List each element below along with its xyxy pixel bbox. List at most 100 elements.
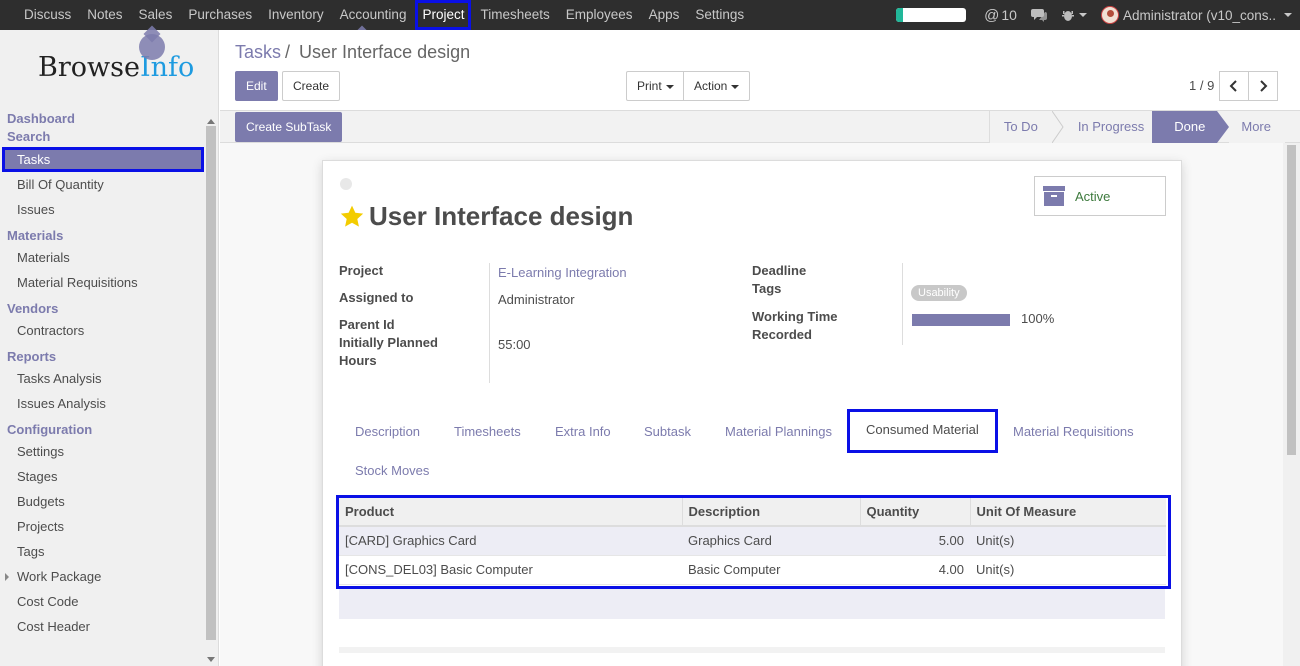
company-logo[interactable]: BrowseInfo	[38, 52, 194, 83]
tab-consumed-material[interactable]: Consumed Material	[847, 409, 998, 453]
sidebar-section-dashboard[interactable]: Dashboard	[0, 110, 204, 128]
sidebar-item-tags[interactable]: Tags	[0, 539, 204, 564]
sidebar-section-reports: Reports	[7, 349, 57, 364]
scrollbar-thumb[interactable]	[1287, 145, 1296, 455]
menu-notes[interactable]: Notes	[79, 0, 130, 30]
stage-in-progress[interactable]: In Progress	[1063, 111, 1153, 143]
sidebar-item-materials[interactable]: Materials	[0, 245, 204, 270]
menu-timesheets[interactable]: Timesheets	[472, 0, 557, 30]
sidebar-section-search[interactable]: Search	[0, 128, 204, 146]
sidebar-scrollbar[interactable]	[204, 119, 218, 666]
chevron-down-icon	[665, 84, 674, 89]
pager-value[interactable]: 1 / 9	[1189, 78, 1214, 93]
scrollbar-thumb[interactable]	[206, 126, 216, 640]
breadcrumb-tasks-link[interactable]: Tasks	[235, 42, 281, 62]
tab-timesheets[interactable]: Timesheets	[454, 411, 521, 453]
sidebar-item-tasks[interactable]: Tasks	[2, 147, 204, 172]
sidebar-item-budgets[interactable]: Budgets	[0, 489, 204, 514]
task-title[interactable]: User Interface design	[369, 201, 633, 232]
tab-material-plannings[interactable]: Material Plannings	[725, 411, 832, 453]
user-menu[interactable]: Administrator (v10_cons..	[1100, 6, 1292, 24]
column-header-description[interactable]: Description	[682, 498, 861, 527]
breadcrumb-current: User Interface design	[299, 42, 471, 62]
edit-button[interactable]: Edit	[235, 71, 278, 101]
form-sheet: User Interface design Active Project E-L…	[322, 160, 1182, 666]
caret-right-icon	[5, 573, 9, 581]
sidebar-item-cost-header[interactable]: Cost Header	[0, 614, 204, 639]
menu-employees[interactable]: Employees	[558, 0, 641, 30]
column-header-product[interactable]: Product	[339, 498, 683, 527]
sidebar-item-material-requisitions[interactable]: Material Requisitions	[0, 270, 204, 295]
cell-quantity: 5.00	[860, 526, 970, 556]
create-subtask-button[interactable]: Create SubTask	[235, 112, 343, 142]
menu-sales[interactable]: Sales	[131, 0, 181, 30]
sidebar-item-bill-of-quantity[interactable]: Bill Of Quantity	[0, 172, 204, 197]
content-scrollbar[interactable]	[1283, 143, 1300, 666]
active-label: Active	[1075, 188, 1111, 204]
cell-description: Basic Computer	[682, 555, 860, 585]
project-field[interactable]: E-Learning Integration	[498, 264, 627, 282]
table-header-row: Product Description Quantity Unit Of Mea…	[339, 498, 1166, 527]
sidebar-item-stages[interactable]: Stages	[0, 464, 204, 489]
sidebar-item-projects[interactable]: Projects	[0, 514, 204, 539]
create-button[interactable]: Create	[282, 71, 341, 101]
menu-purchases[interactable]: Purchases	[180, 0, 260, 30]
tab-subtask[interactable]: Subtask	[644, 411, 691, 453]
progress-bar[interactable]	[896, 8, 967, 22]
menu-project[interactable]: Project	[415, 0, 472, 30]
sidebar-item-settings[interactable]: Settings	[0, 439, 204, 464]
at-icon: @	[984, 6, 1000, 24]
column-header-quantity[interactable]: Quantity	[860, 498, 971, 527]
tab-extra-info[interactable]: Extra Info	[555, 411, 611, 453]
table-row[interactable]: [CONS_DEL03] Basic Computer Basic Comput…	[339, 555, 1166, 585]
kanban-state-icon[interactable]	[340, 178, 352, 190]
tag-badge[interactable]: Usability	[911, 285, 967, 301]
active-toggle-button[interactable]: Active	[1034, 176, 1166, 216]
menu-inventory[interactable]: Inventory	[260, 0, 332, 30]
pager-previous-button[interactable]	[1219, 71, 1249, 101]
sidebar-section-materials: Materials	[7, 228, 64, 243]
tab-description[interactable]: Description	[355, 411, 420, 453]
tab-material-requisitions[interactable]: Material Requisitions	[1013, 411, 1134, 453]
sidebar-item-issues-analysis[interactable]: Issues Analysis	[0, 391, 204, 416]
sidebar-item-work-package[interactable]: Work Package	[0, 564, 204, 589]
chat-icon[interactable]	[1030, 8, 1047, 22]
scroll-up-icon[interactable]	[207, 119, 215, 124]
parent-id-label: Parent Id	[339, 317, 395, 332]
tab-stock-moves[interactable]: Stock Moves	[355, 450, 429, 492]
table-row[interactable]: [CARD] Graphics Card Graphics Card 5.00 …	[339, 526, 1166, 556]
menu-apps[interactable]: Apps	[641, 0, 688, 30]
planned-hours-label-line1: Initially Planned	[339, 335, 438, 350]
sidebar-item-label: Work Package	[17, 569, 102, 584]
scroll-down-icon[interactable]	[207, 657, 215, 662]
project-label: Project	[339, 263, 384, 278]
assigned-to-field[interactable]: Administrator	[498, 291, 575, 309]
column-header-unit-of-measure[interactable]: Unit Of Measure	[970, 498, 1166, 527]
action-dropdown[interactable]: Action	[683, 71, 751, 101]
stage-todo[interactable]: To Do	[989, 111, 1052, 143]
menu-discuss[interactable]: Discuss	[0, 0, 79, 30]
consumed-material-table: Product Description Quantity Unit Of Mea…	[336, 495, 1171, 589]
chevron-down-icon	[1078, 13, 1087, 17]
star-icon[interactable]	[339, 204, 365, 230]
stage-done[interactable]: Done	[1152, 111, 1218, 143]
pager-next-button[interactable]	[1248, 71, 1278, 101]
working-time-progress-bar	[912, 314, 1010, 326]
sidebar-item-tasks-analysis[interactable]: Tasks Analysis	[0, 366, 204, 391]
field-divider	[902, 263, 903, 345]
notification-count: 10	[1001, 7, 1017, 23]
notifications[interactable]: @ 10	[984, 7, 1017, 24]
assigned-to-label: Assigned to	[339, 290, 414, 305]
stage-separator	[1051, 111, 1064, 143]
stage-more-dropdown[interactable]: More	[1229, 111, 1285, 143]
menu-accounting[interactable]: Accounting	[332, 0, 415, 30]
menu-settings[interactable]: Settings	[687, 0, 752, 30]
planned-hours-field[interactable]: 55:00	[498, 336, 531, 354]
sidebar-item-contractors[interactable]: Contractors	[0, 318, 204, 343]
sidebar-item-cost-code[interactable]: Cost Code	[0, 589, 204, 614]
planned-hours-label: Initially Planned Hours	[339, 334, 438, 370]
chevron-down-icon	[731, 84, 740, 89]
bug-icon[interactable]	[1061, 8, 1087, 22]
sidebar-item-issues[interactable]: Issues	[0, 197, 204, 222]
print-dropdown[interactable]: Print	[626, 71, 685, 101]
